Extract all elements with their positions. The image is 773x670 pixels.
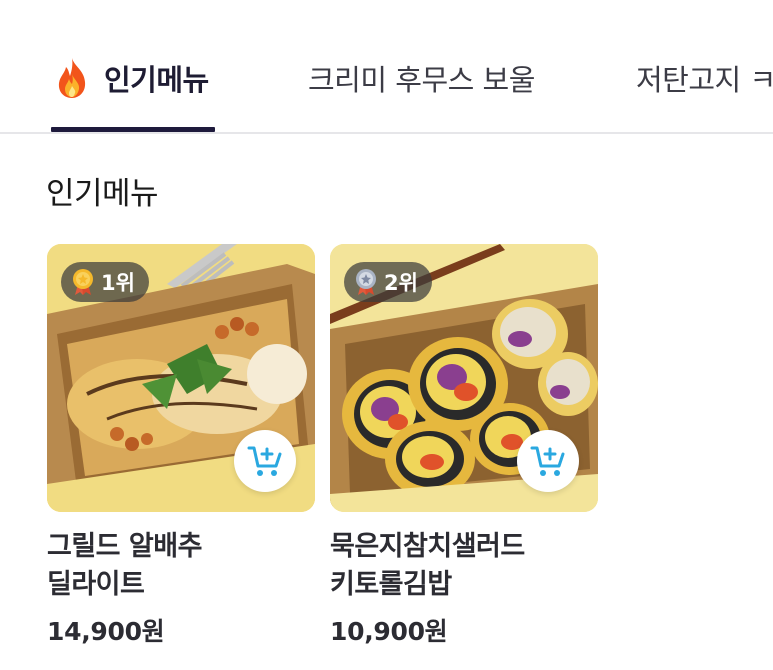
add-to-cart-button[interactable] — [517, 430, 579, 492]
add-to-cart-button[interactable] — [234, 430, 296, 492]
product-image[interactable]: 2위 — [330, 244, 598, 512]
tab-label: 크리미 후무스 보울 — [308, 63, 535, 97]
product-price: 10,900원 — [330, 617, 448, 646]
product-name-line1: 그릴드 알배추 — [47, 531, 202, 562]
gold-medal-icon — [73, 269, 93, 295]
tab-label: 저탄고지 ㅋ — [636, 63, 773, 97]
add-to-cart-icon — [530, 446, 565, 476]
rank-label: 2위 — [384, 271, 418, 295]
product-image[interactable]: 1위 — [47, 244, 315, 512]
tab-creamy-hummus-bowl[interactable]: 크리미 후무스 보울 — [308, 52, 535, 104]
product-card[interactable]: 2위 묵은지참치샐러드 키토롤김밥 10,900원 — [330, 244, 598, 648]
product-name[interactable]: 그릴드 알배추 딜라이트 — [47, 528, 315, 604]
category-tab-bar: 인기메뉴 크리미 후무스 보울 저탄고지 ㅋ — [0, 0, 773, 134]
product-name-line2: 키토롤김밥 — [330, 569, 452, 600]
product-price: 14,900원 — [47, 617, 165, 646]
product-name-line1: 묵은지참치샐러드 — [330, 531, 525, 562]
rank-label: 1위 — [101, 271, 135, 295]
section-title: 인기메뉴 — [46, 176, 159, 212]
tab-popular-menu[interactable]: 인기메뉴 — [52, 52, 209, 104]
silver-medal-icon — [356, 269, 376, 295]
fire-icon — [58, 58, 86, 98]
product-card[interactable]: 1위 그릴드 알배추 딜라이트 14,900원 — [47, 244, 315, 648]
add-to-cart-icon — [247, 446, 282, 476]
product-name[interactable]: 묵은지참치샐러드 키토롤김밥 — [330, 528, 598, 604]
product-name-line2: 딜라이트 — [47, 569, 145, 600]
tab-low-carb-high-fat[interactable]: 저탄고지 ㅋ — [636, 52, 773, 104]
rank-badge: 1위 — [61, 262, 149, 302]
rank-badge: 2위 — [344, 262, 432, 302]
tab-label: 인기메뉴 — [104, 63, 209, 97]
active-tab-indicator — [51, 127, 215, 132]
